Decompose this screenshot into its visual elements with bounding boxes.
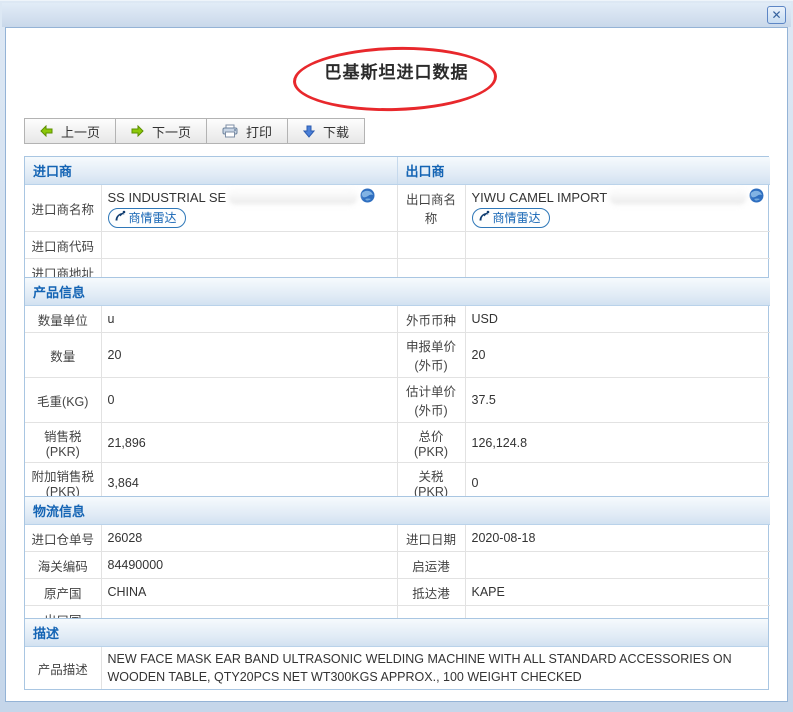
print-button[interactable]: 打印 (206, 118, 288, 144)
field-value: 21,896 (101, 423, 397, 463)
toolbar: 上一页 下一页 打印 (24, 118, 365, 144)
radar-dish-icon (478, 210, 490, 225)
field-value: 2020-08-18 (465, 525, 770, 552)
radar-badge-label: 商情雷达 (129, 209, 177, 226)
download-button[interactable]: 下载 (287, 118, 365, 144)
table-row: 进口商代码 (25, 232, 770, 259)
printer-icon (222, 124, 238, 138)
download-label: 下载 (323, 122, 349, 141)
field-value: 26028 (101, 525, 397, 552)
field-label: 总价(PKR) (397, 423, 465, 463)
importer-section-header: 进口商 (25, 157, 397, 185)
exporter-empty-label (397, 232, 465, 259)
page-title: 巴基斯坦进口数据 (6, 58, 787, 83)
field-value: 84490000 (101, 552, 397, 579)
section-header-row: 物流信息 (25, 497, 770, 525)
next-page-label: 下一页 (152, 122, 191, 141)
product-section-header: 产品信息 (25, 278, 770, 306)
prev-page-label: 上一页 (61, 122, 100, 141)
table-row: 数量单位 u 外币币种 USD (25, 306, 770, 333)
print-label: 打印 (246, 122, 272, 141)
product-description-label: 产品描述 (25, 647, 101, 690)
green-left-arrow-icon (40, 125, 53, 137)
field-label: 申报单价(外币) (397, 333, 465, 378)
dialog-frame: ✕ 巴基斯坦进口数据 上一页 下一页 (0, 0, 793, 712)
blue-down-arrow-icon (303, 125, 315, 138)
field-value: 20 (101, 333, 397, 378)
product-description-value: NEW FACE MASK EAR BAND ULTRASONIC WELDIN… (101, 647, 768, 690)
field-label: 进口日期 (397, 525, 465, 552)
importer-name-cell: SS INDUSTRIAL SE (101, 185, 397, 232)
field-value: USD (465, 306, 770, 333)
table-row: 原产国 CHINA 抵达港 KAPE (25, 579, 770, 606)
logistics-section: 物流信息 进口仓单号 26028 进口日期 2020-08-18 海关编码 84… (24, 496, 769, 633)
close-button[interactable]: ✕ (767, 6, 786, 24)
dialog-title-bar: ✕ (2, 3, 791, 27)
field-value: u (101, 306, 397, 333)
importer-name-label: 进口商名称 (25, 185, 101, 232)
field-label: 外币币种 (397, 306, 465, 333)
field-label: 数量 (25, 333, 101, 378)
radar-badge-label: 商情雷达 (493, 209, 541, 226)
field-value: 0 (101, 378, 397, 423)
business-radar-badge[interactable]: 商情雷达 (472, 208, 550, 228)
section-header-row: 产品信息 (25, 278, 770, 306)
radar-dish-icon (114, 210, 126, 225)
field-label: 估计单价(外币) (397, 378, 465, 423)
table-row: 产品描述 NEW FACE MASK EAR BAND ULTRASONIC W… (25, 647, 768, 690)
exporter-name-cell: YIWU CAMEL IMPORT (465, 185, 770, 232)
globe-icon[interactable] (749, 188, 764, 206)
field-value: 126,124.8 (465, 423, 770, 463)
prev-page-button[interactable]: 上一页 (24, 118, 116, 144)
exporter-name-value: YIWU CAMEL IMPORT (472, 190, 608, 205)
importer-name-value: SS INDUSTRIAL SE (108, 190, 227, 205)
redacted-text (229, 191, 357, 204)
section-header-row: 描述 (25, 619, 768, 647)
description-section: 描述 产品描述 NEW FACE MASK EAR BAND ULTRASONI… (24, 618, 769, 690)
importer-code-label: 进口商代码 (25, 232, 101, 259)
logistics-section-header: 物流信息 (25, 497, 770, 525)
exporter-section-header: 出口商 (397, 157, 770, 185)
field-value (465, 552, 770, 579)
field-label: 销售税(PKR) (25, 423, 101, 463)
field-label: 毛重(KG) (25, 378, 101, 423)
field-label: 数量单位 (25, 306, 101, 333)
section-header-row: 进口商 出口商 (25, 157, 770, 185)
next-page-button[interactable]: 下一页 (115, 118, 207, 144)
table-row: 海关编码 84490000 启运港 (25, 552, 770, 579)
importer-exporter-section: 进口商 出口商 进口商名称 SS INDUSTRIAL SE (24, 156, 769, 286)
importer-code-value (101, 232, 397, 259)
field-value: KAPE (465, 579, 770, 606)
dialog-content-panel: 巴基斯坦进口数据 上一页 下一页 (5, 27, 788, 702)
exporter-name-label: 出口商名称 (397, 185, 465, 232)
field-value: 37.5 (465, 378, 770, 423)
field-label: 抵达港 (397, 579, 465, 606)
field-label: 启运港 (397, 552, 465, 579)
table-row: 销售税(PKR) 21,896 总价(PKR) 126,124.8 (25, 423, 770, 463)
globe-icon[interactable] (360, 188, 375, 206)
table-row: 进口仓单号 26028 进口日期 2020-08-18 (25, 525, 770, 552)
table-row: 毛重(KG) 0 估计单价(外币) 37.5 (25, 378, 770, 423)
table-row: 数量 20 申报单价(外币) 20 (25, 333, 770, 378)
field-value: CHINA (101, 579, 397, 606)
redacted-text (610, 191, 746, 204)
exporter-empty-value (465, 232, 770, 259)
business-radar-badge[interactable]: 商情雷达 (108, 208, 186, 228)
field-label: 原产国 (25, 579, 101, 606)
green-right-arrow-icon (131, 125, 144, 137)
field-value: 20 (465, 333, 770, 378)
table-row: 进口商名称 SS INDUSTRIAL SE (25, 185, 770, 232)
description-section-header: 描述 (25, 619, 768, 647)
field-label: 进口仓单号 (25, 525, 101, 552)
field-label: 海关编码 (25, 552, 101, 579)
